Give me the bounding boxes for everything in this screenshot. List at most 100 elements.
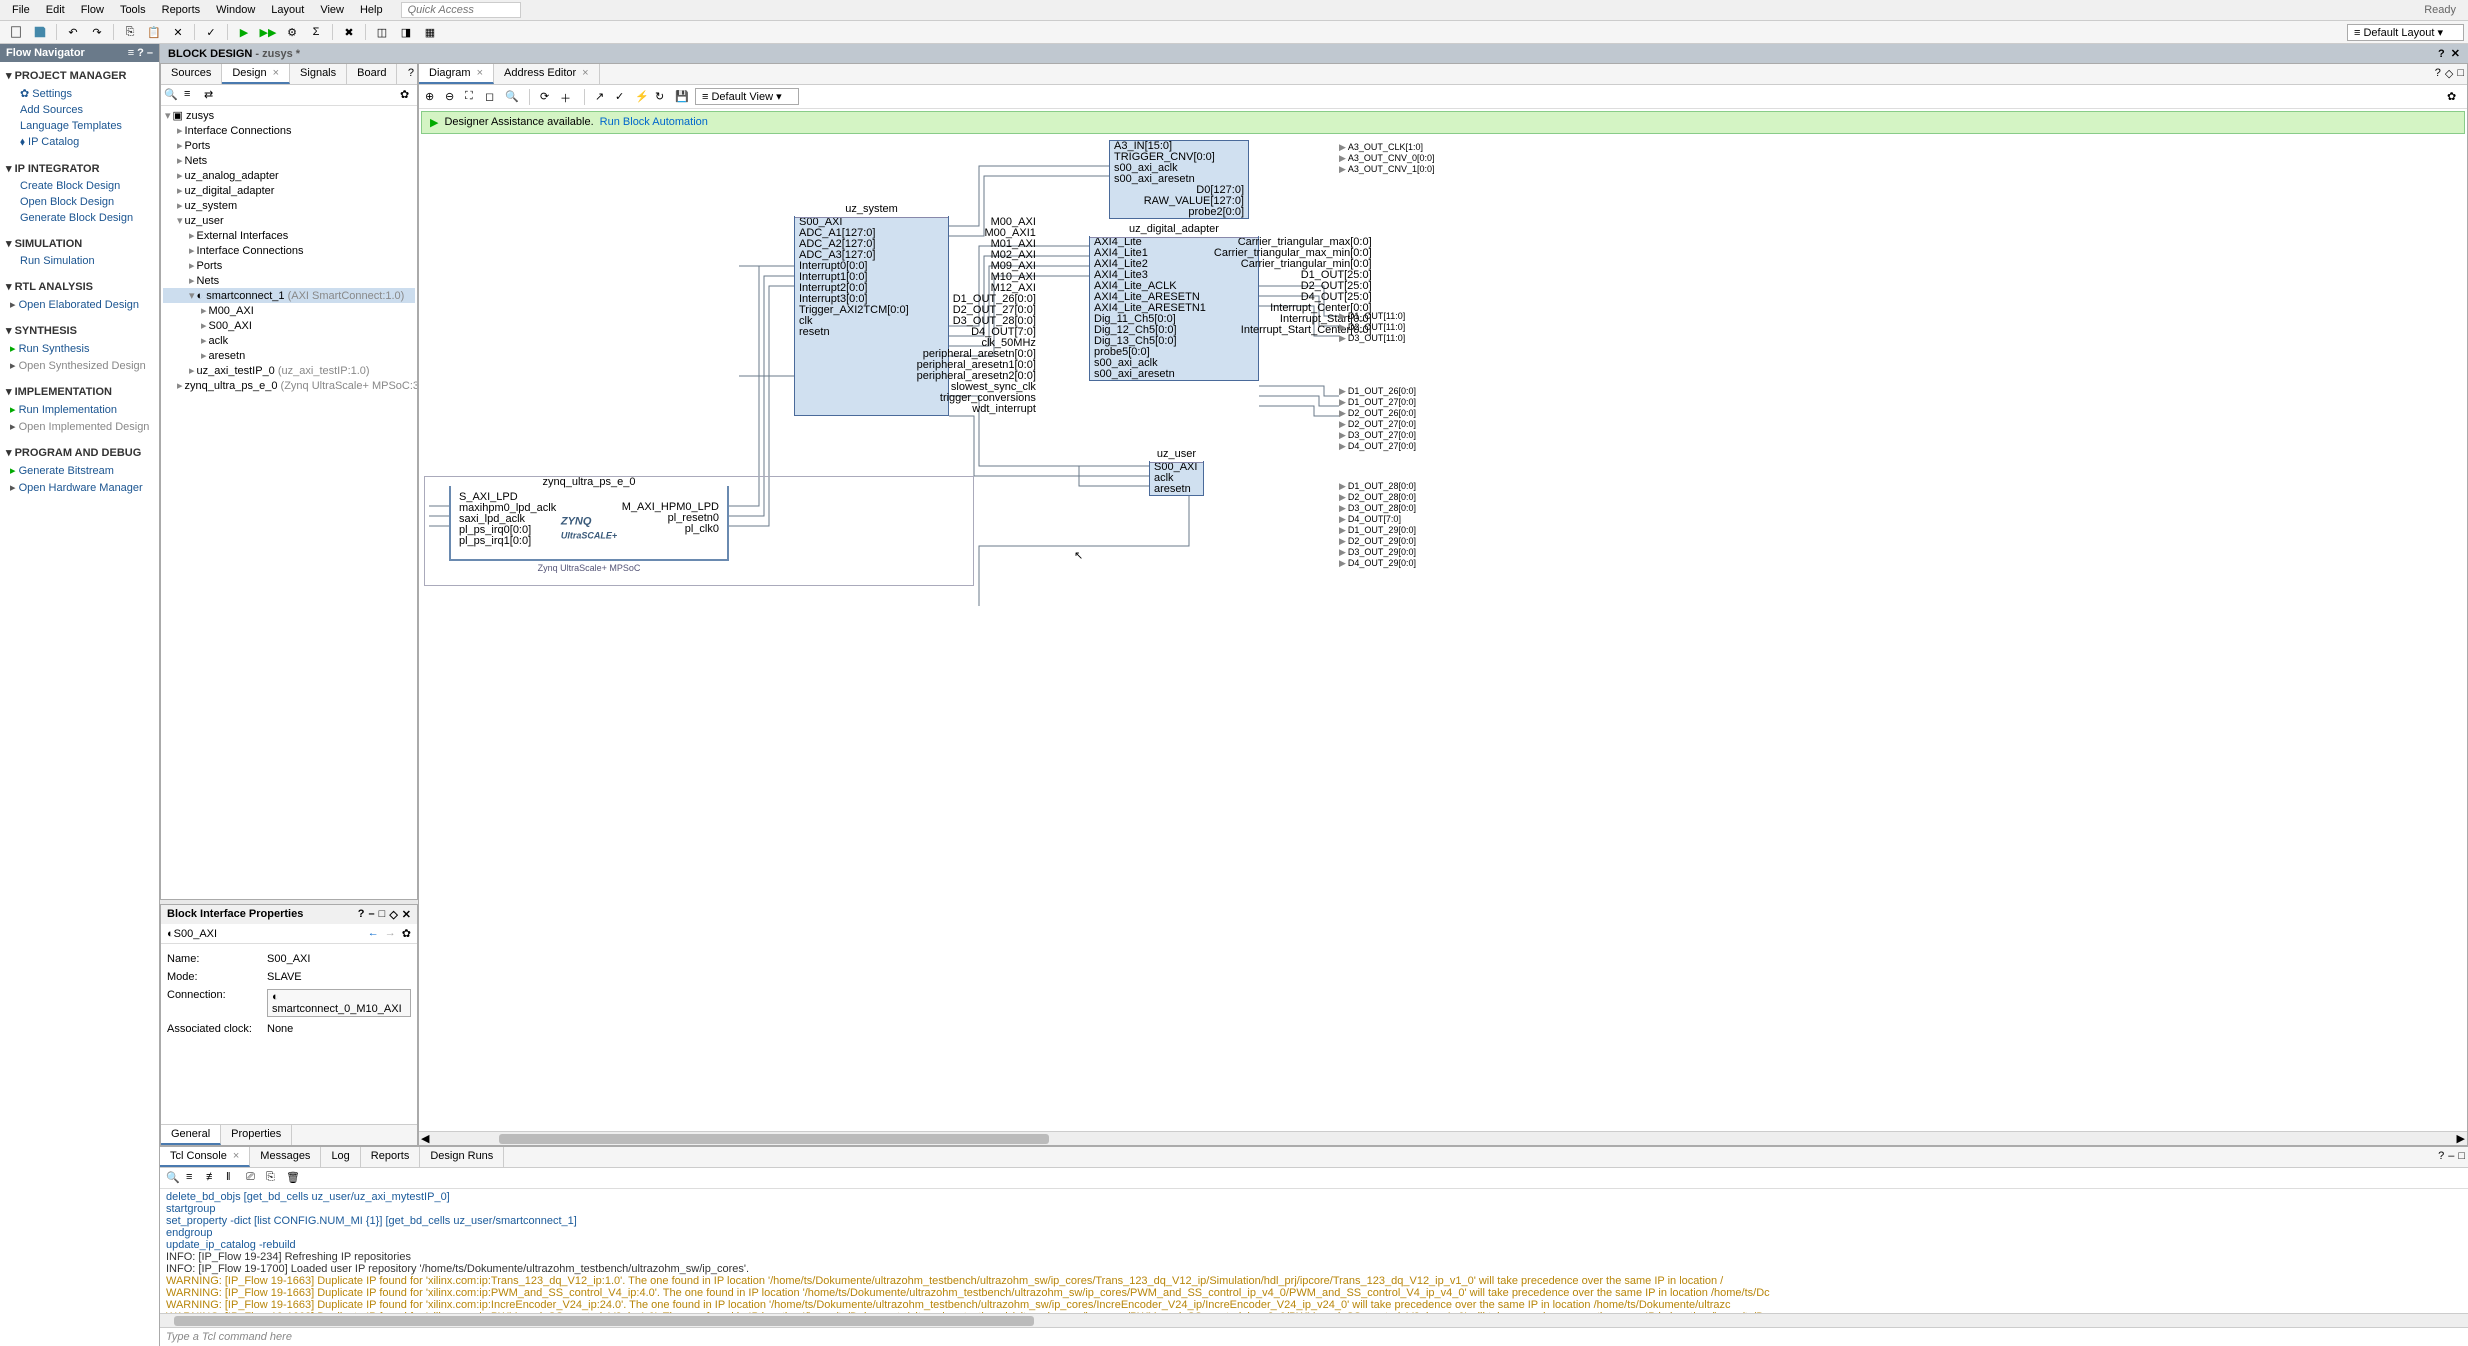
external-port[interactable]: D4_OUT[7:0] (1339, 514, 1416, 525)
menu-flow[interactable]: Flow (73, 2, 112, 18)
sum-icon[interactable]: Σ (307, 23, 325, 41)
diagram-hscroll[interactable]: ◀ ▶ (419, 1131, 2467, 1145)
external-port[interactable]: D3_OUT_27[0:0] (1339, 430, 1416, 441)
tree-item[interactable]: ▸uz_digital_adapter (163, 183, 415, 198)
collapse-icon[interactable]: ≡ (184, 88, 198, 102)
console-pause-icon[interactable]: ‖ (226, 1171, 240, 1185)
tab-log[interactable]: Log (321, 1147, 360, 1167)
tree-item[interactable]: ▸S00_AXI (163, 318, 415, 333)
tree-item[interactable]: ▾uz_user (163, 213, 415, 228)
save-diagram-icon[interactable]: 💾 (675, 90, 689, 104)
external-port[interactable]: D4_OUT_29[0:0] (1339, 558, 1416, 569)
expand-icon[interactable]: ⇄ (204, 88, 218, 102)
zoom-in-icon[interactable]: ⊕ (425, 90, 439, 104)
nav-open-hw[interactable]: Open Hardware Manager (0, 479, 159, 496)
undo-icon[interactable]: ↶ (64, 23, 82, 41)
menu-help[interactable]: Help (352, 2, 391, 18)
port[interactable]: resetn (795, 327, 913, 338)
zoom-select-icon[interactable]: ◻ (485, 90, 499, 104)
validate-diagram-icon[interactable]: ✓ (615, 90, 629, 104)
block-zynq[interactable]: zynq_ultra_ps_e_0 S_AXI_LPDmaxihpm0_lpd_… (449, 486, 729, 561)
close-tab-icon[interactable]: × (273, 67, 279, 79)
diagram-canvas[interactable]: A3_IN[15:0]TRIGGER_CNV[0:0]s00_axi_aclks… (419, 136, 2467, 1131)
console-copy-icon[interactable]: ⎘ (266, 1171, 280, 1185)
block-uz-system[interactable]: uz_system S00_AXIADC_A1[127:0]ADC_A2[127… (794, 216, 949, 416)
auto-icon[interactable]: ⚡ (635, 90, 649, 104)
external-port[interactable]: D3_OUT_28[0:0] (1339, 503, 1416, 514)
console-hscroll[interactable] (160, 1313, 2468, 1327)
console-help-icon[interactable]: ? (2438, 1150, 2444, 1164)
tree-item[interactable]: ▸Nets (163, 153, 415, 168)
search-icon[interactable]: 🔍 (164, 88, 178, 102)
external-port[interactable]: D4_OUT_27[0:0] (1339, 441, 1416, 452)
tab-diagram[interactable]: Diagram× (419, 64, 494, 84)
menu-window[interactable]: Window (208, 2, 263, 18)
external-port[interactable]: D3_OUT[11:0] (1339, 333, 1405, 344)
console-clear-icon[interactable]: ⎚ (246, 1171, 260, 1185)
props-float-icon[interactable]: ◇ (389, 908, 397, 921)
tree-item[interactable]: ▾◐ smartconnect_1 (AXI SmartConnect:1.0) (163, 288, 415, 303)
props-tab-general[interactable]: General (161, 1125, 221, 1145)
external-port[interactable]: A3_OUT_CNV_0[0:0] (1339, 153, 1434, 164)
tab-reports[interactable]: Reports (361, 1147, 421, 1167)
diagram-gear-icon[interactable]: ✿ (2447, 90, 2461, 104)
run-icon[interactable]: ▶ (235, 23, 253, 41)
close-addr-icon[interactable]: × (582, 67, 588, 79)
nav-close-icon[interactable]: – (147, 47, 153, 59)
port[interactable]: probe2[0:0] (1140, 207, 1248, 218)
bd-close-icon[interactable]: ✕ (2451, 47, 2460, 60)
tree-item[interactable]: ▸Interface Connections (163, 123, 415, 138)
external-port[interactable]: A3_OUT_CLK[1:0] (1339, 142, 1434, 153)
nav-open-synth[interactable]: Open Synthesized Design (0, 357, 159, 374)
nav-run-impl[interactable]: Run Implementation (0, 401, 159, 418)
nav-create-bd[interactable]: Create Block Design (0, 178, 159, 194)
nav-lang-templates[interactable]: Language Templates (0, 118, 159, 134)
console-search-icon[interactable]: 🔍 (166, 1171, 180, 1185)
tree-item[interactable]: ▸External Interfaces (163, 228, 415, 243)
run-step-icon[interactable]: ▶▶ (259, 23, 277, 41)
nav-open-impl[interactable]: Open Implemented Design (0, 418, 159, 435)
panel-help-icon[interactable]: ? (405, 64, 417, 84)
port[interactable]: pl_clk0 (618, 524, 723, 535)
console-min-icon[interactable]: – (2448, 1150, 2454, 1164)
console-output[interactable]: delete_bd_objs [get_bd_cells uz_user/uz_… (160, 1189, 2468, 1313)
nav-run-sim[interactable]: Run Simulation (0, 253, 159, 269)
tree-item[interactable]: ▸uz_analog_adapter (163, 168, 415, 183)
run-block-automation-link[interactable]: Run Block Automation (600, 116, 708, 129)
quick-access-search[interactable] (401, 2, 521, 18)
external-port[interactable]: D2_OUT_28[0:0] (1339, 492, 1416, 503)
props-max-icon[interactable]: □ (379, 908, 386, 921)
tab-design[interactable]: Design× (222, 64, 290, 84)
props-fwd-icon[interactable]: → (385, 927, 396, 940)
tab-signals[interactable]: Signals (290, 64, 347, 84)
block-uz-user[interactable]: uz_user S00_AXIaclkaresetn (1149, 461, 1204, 496)
tree-item[interactable]: ▸Interface Connections (163, 243, 415, 258)
props-back-icon[interactable]: ← (368, 927, 379, 940)
external-port[interactable]: A3_OUT_CNV_1[0:0] (1339, 164, 1434, 175)
close-diagram-icon[interactable]: × (477, 67, 483, 79)
paste-icon[interactable]: 📋 (145, 23, 163, 41)
port[interactable]: wdt_interrupt (913, 404, 1040, 415)
bd-help-icon[interactable]: ? (2438, 48, 2445, 60)
nav-gen-bitstream[interactable]: Generate Bitstream (0, 462, 159, 479)
new-icon[interactable] (7, 23, 25, 41)
zoom-fit-icon[interactable]: ⛶ (465, 90, 479, 104)
mark-icon[interactable]: ↗ (595, 90, 609, 104)
tree-item[interactable]: ▸Ports (163, 258, 415, 273)
block-uz-digital[interactable]: uz_digital_adapter AXI4_LiteAXI4_Lite1AX… (1089, 236, 1259, 381)
tab-design-runs[interactable]: Design Runs (420, 1147, 504, 1167)
tcl-input[interactable]: Type a Tcl command here (160, 1327, 2468, 1346)
block-analog[interactable]: A3_IN[15:0]TRIGGER_CNV[0:0]s00_axi_aclks… (1109, 140, 1249, 219)
port[interactable]: aresetn (1150, 484, 1203, 495)
nav-open-elab[interactable]: Open Elaborated Design (0, 296, 159, 313)
copy-icon[interactable]: ⎘ (121, 23, 139, 41)
nav-run-synth[interactable]: Run Synthesis (0, 340, 159, 357)
find-icon[interactable]: 🔍 (505, 90, 519, 104)
diagram-float-icon[interactable]: ◇ (2445, 67, 2453, 81)
tool2-icon[interactable]: ◨ (397, 23, 415, 41)
tool3-icon[interactable]: ▦ (421, 23, 439, 41)
diagram-help-icon[interactable]: ? (2435, 67, 2441, 81)
delete-icon[interactable]: ✕ (169, 23, 187, 41)
menu-edit[interactable]: Edit (38, 2, 73, 18)
props-min-icon[interactable]: – (369, 908, 375, 921)
